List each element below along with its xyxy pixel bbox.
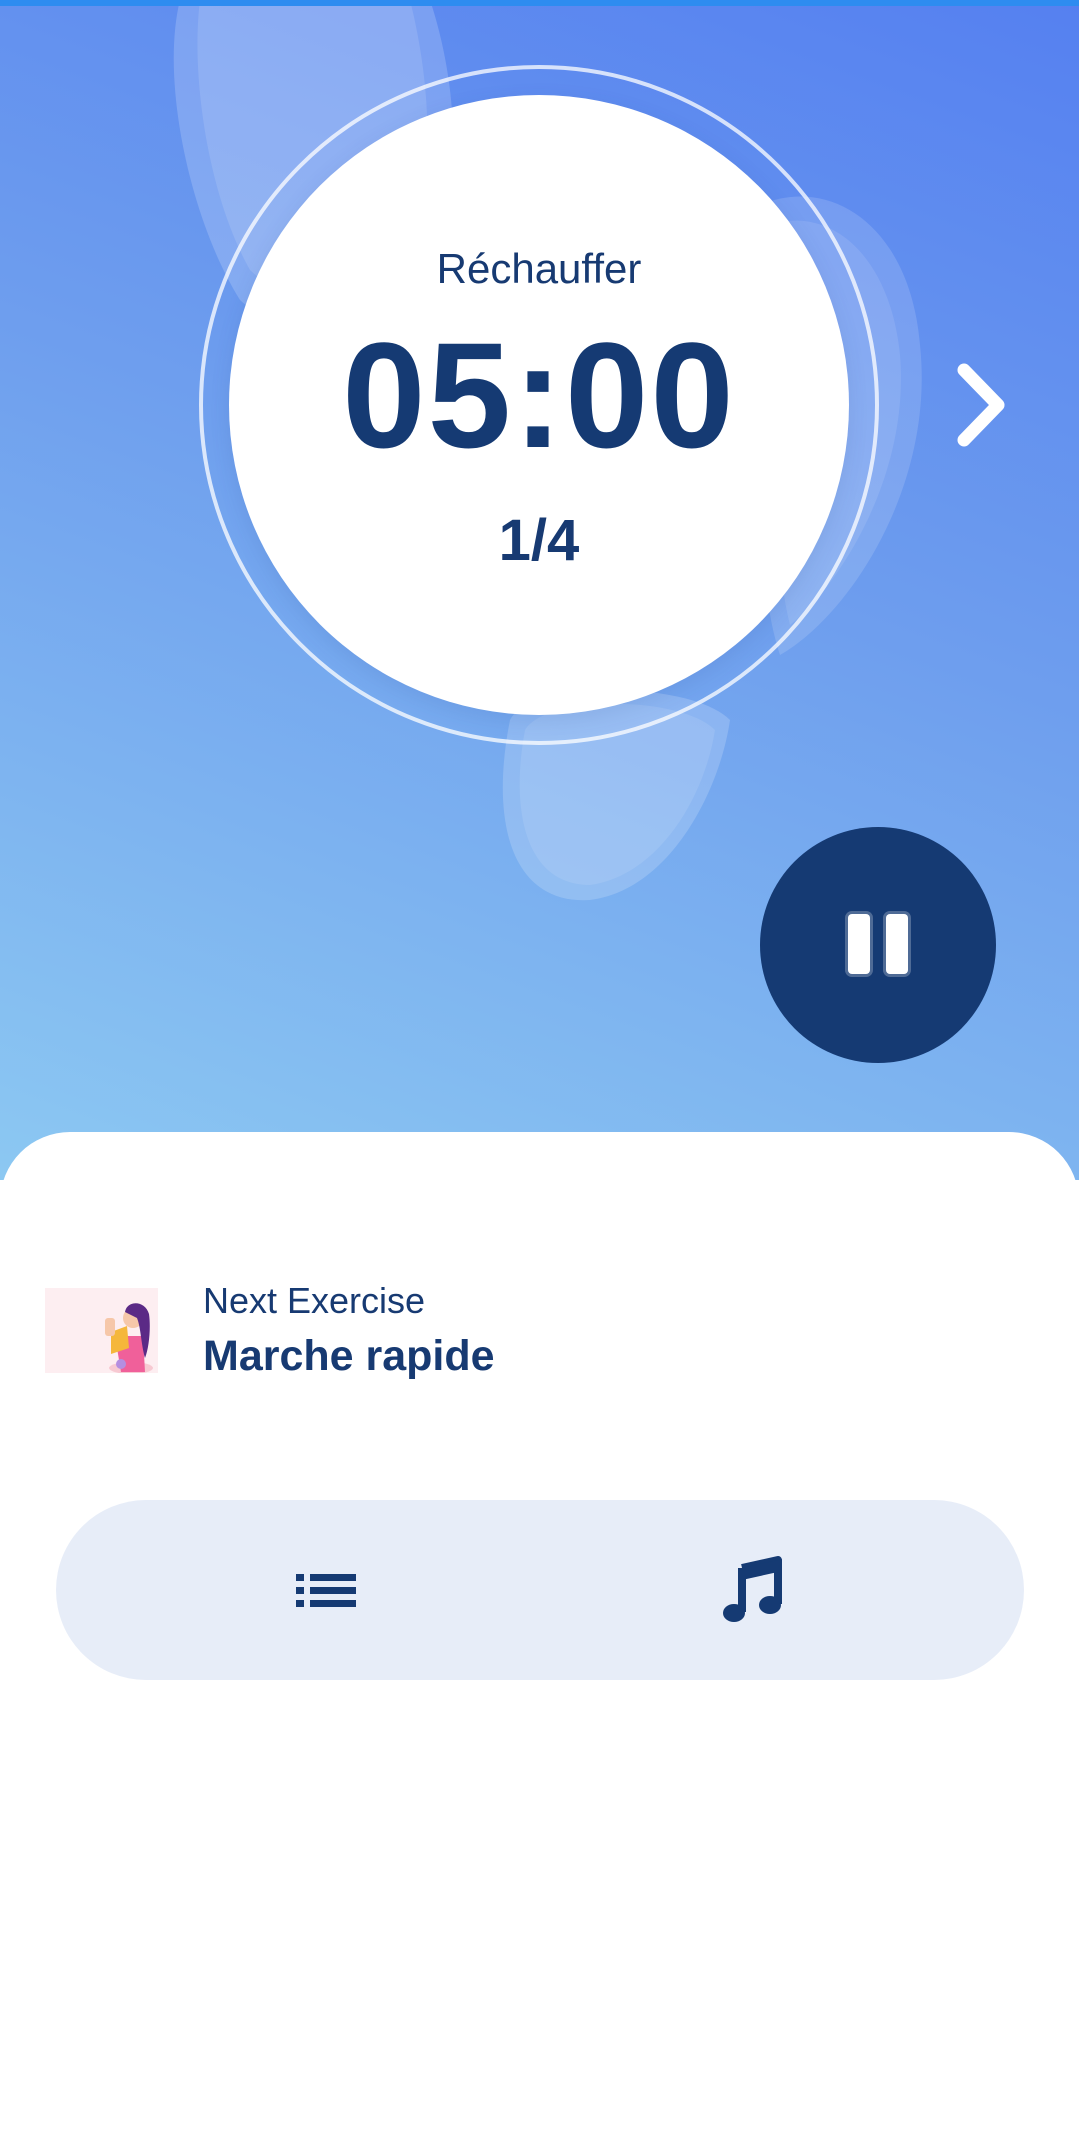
- music-note-icon: [723, 1556, 782, 1622]
- next-exercise-caption: Next Exercise: [203, 1280, 426, 1321]
- countdown-time: 05:00: [342, 311, 736, 479]
- exercise-progress: 1/4: [498, 508, 580, 573]
- next-exercise-name: Marche rapide: [203, 1332, 495, 1380]
- control-bar: [56, 1500, 1024, 1680]
- list-icon: [296, 1574, 356, 1607]
- pause-icon: [886, 914, 908, 974]
- phase-label: Réchauffer: [436, 245, 642, 292]
- next-step-button[interactable]: [950, 360, 1016, 450]
- pause-button[interactable]: [760, 827, 996, 1063]
- timer-hero: Réchauffer 05:00 1/4: [0, 0, 1079, 1180]
- music-button[interactable]: [704, 1540, 804, 1640]
- workout-timer-screen: Réchauffer 05:00 1/4 Next Exercise March…: [0, 0, 1079, 2131]
- exercise-list-button[interactable]: [276, 1540, 376, 1640]
- status-accent-bar: [0, 0, 1079, 6]
- timer-dial: Réchauffer 05:00 1/4: [229, 95, 849, 715]
- next-exercise-thumbnail: [45, 1288, 158, 1373]
- chevron-right-icon: [957, 363, 1005, 447]
- pause-icon: [848, 914, 870, 974]
- bottom-sheet: Next Exercise Marche rapide: [0, 1132, 1079, 2131]
